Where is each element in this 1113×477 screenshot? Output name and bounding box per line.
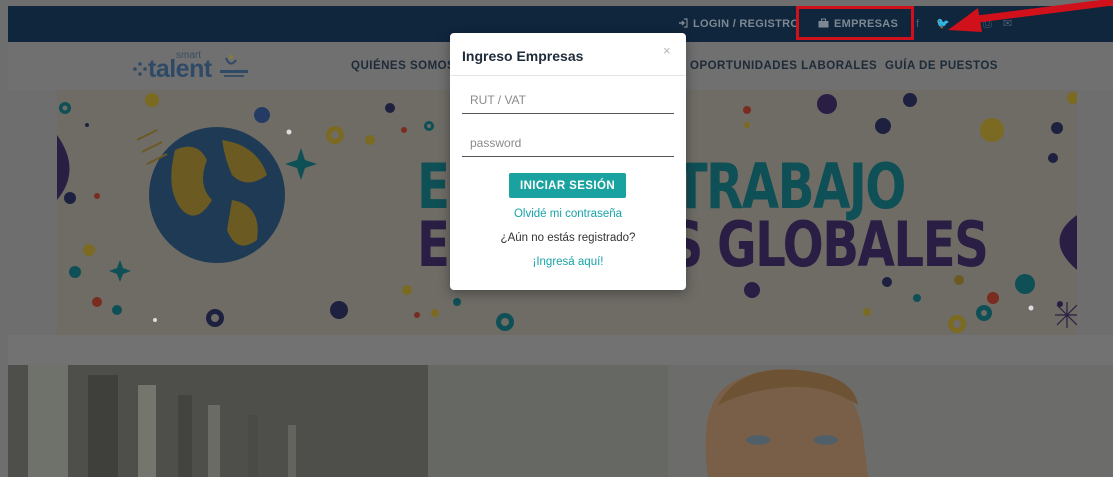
register-here-link[interactable]: ¡Ingresá aquí!: [450, 256, 686, 268]
banner-line2-left: E: [417, 208, 450, 281]
banner-line2-right: S GLOBALES: [668, 208, 988, 281]
login-register-label: LOGIN / REGISTRO: [693, 18, 800, 30]
login-register-link[interactable]: LOGIN / REGISTRO: [678, 6, 799, 42]
nav-oportunidades-laborales[interactable]: OPORTUNIDADES LABORALES: [690, 60, 877, 72]
logo-talent-text: talent: [148, 55, 212, 83]
modal-title: Ingreso Empresas: [462, 48, 584, 64]
logo-dots-icon: [133, 62, 147, 76]
empresas-highlight-box: [796, 6, 914, 40]
globe-illustration: [136, 127, 285, 263]
nav-quienes-somos[interactable]: QUIÉNES SOMOS: [351, 60, 455, 72]
login-submit-button[interactable]: INICIAR SESIÓN: [509, 173, 626, 198]
section-gap: [8, 335, 1113, 365]
login-modal: Ingreso Empresas × INICIAR SESIÓN Olvidé…: [450, 33, 686, 290]
sign-in-icon: [679, 18, 688, 28]
forgot-password-link[interactable]: Olvidé mi contraseña: [450, 208, 686, 220]
nav-guia-de-puestos[interactable]: GUÍA DE PUESTOS: [885, 60, 998, 72]
modal-header: Ingreso Empresas ×: [450, 33, 686, 76]
hero-photo: [8, 365, 1113, 477]
close-icon[interactable]: ×: [663, 43, 671, 58]
facebook-icon[interactable]: f: [916, 6, 919, 42]
rut-vat-input[interactable]: [462, 86, 674, 114]
password-input[interactable]: [462, 129, 674, 157]
not-registered-text: ¿Aún no estás registrado?: [500, 232, 636, 244]
uruguay-xxi-logo: [220, 55, 248, 77]
photo-placeholder: [8, 365, 1113, 477]
annotation-arrow-icon: [948, 0, 1113, 32]
smart-talent-logo[interactable]: smart talent: [132, 50, 282, 84]
